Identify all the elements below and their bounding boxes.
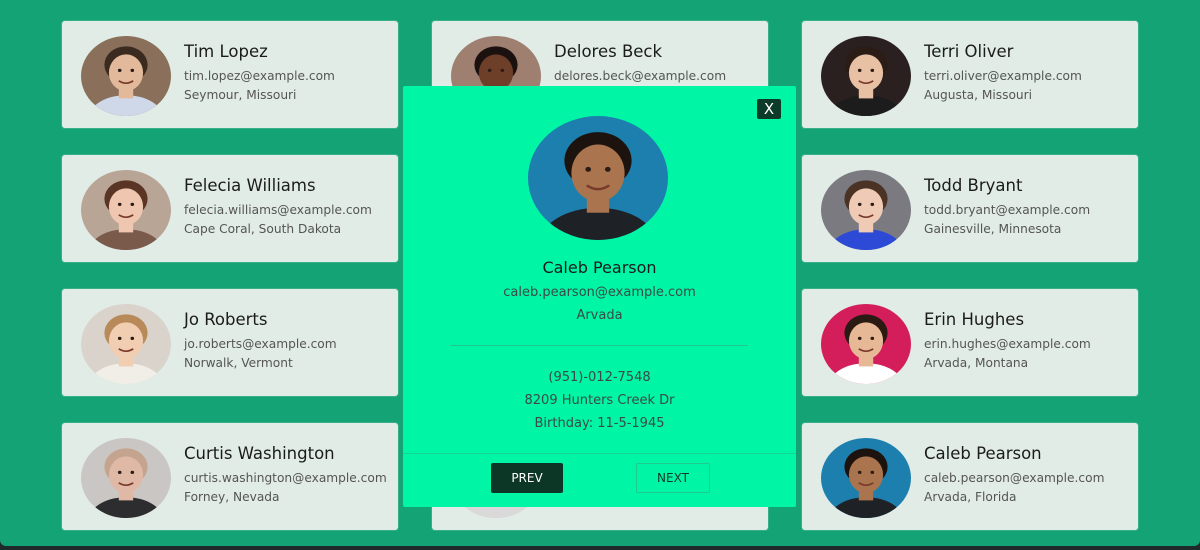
employee-card[interactable]: Erin Hughes erin.hughes@example.com Arvada…: [802, 289, 1138, 396]
avatar: [81, 304, 171, 384]
employee-location: Norwalk, Vermont: [184, 356, 293, 370]
employee-name: Erin Hughes: [924, 310, 1025, 329]
avatar: [821, 170, 911, 250]
modal-address: 8209 Hunters Creek Dr: [524, 393, 675, 408]
employee-email: erin.hughes@example.com: [924, 337, 1091, 351]
employee-email: felecia.williams@example.com: [184, 203, 372, 217]
modal-avatar: [528, 116, 668, 240]
employee-email: todd.bryant@example.com: [924, 203, 1091, 217]
employee-location: Arvada, Montana: [924, 356, 1029, 370]
employee-name: Jo Roberts: [184, 310, 268, 329]
employee-card[interactable]: Curtis Washington curtis.washington@examp…: [62, 423, 398, 530]
avatar: [81, 36, 171, 116]
avatar: [821, 438, 911, 518]
employee-card[interactable]: Felecia Williams felecia.williams@example…: [62, 155, 398, 262]
modal-birthday: Birthday: 11-5-1945: [534, 416, 665, 431]
employee-email: caleb.pearson@example.com: [924, 471, 1105, 485]
employee-location: Forney, Nevada: [184, 490, 280, 504]
employee-card[interactable]: Caleb Pearson caleb.pearson@example.com Ar…: [802, 423, 1138, 530]
employee-name: Terri Oliver: [924, 42, 1014, 61]
modal-name: Caleb Pearson: [542, 258, 657, 277]
close-icon[interactable]: X: [757, 99, 781, 119]
employee-name: Felecia Williams: [184, 176, 316, 195]
employee-card[interactable]: Terri Oliver terri.oliver@example.com Augu…: [802, 21, 1138, 128]
employee-card[interactable]: Jo Roberts jo.roberts@example.com Norwalk,…: [62, 289, 398, 396]
employee-email: delores.beck@example.com: [554, 69, 727, 83]
next-button[interactable]: NEXT: [636, 463, 710, 493]
avatar: [821, 304, 911, 384]
employee-email: tim.lopez@example.com: [184, 69, 335, 83]
employee-name: Curtis Washington: [184, 444, 335, 463]
employee-location: Augusta, Missouri: [924, 88, 1033, 102]
avatar: [81, 438, 171, 518]
employee-name: Caleb Pearson: [924, 444, 1042, 463]
employee-location: Gainesville, Minnesota: [924, 222, 1062, 236]
employee-card[interactable]: Tim Lopez tim.lopez@example.com Seymour, M…: [62, 21, 398, 128]
modal-divider: [450, 345, 748, 346]
employee-location: Cape Coral, South Dakota: [184, 222, 342, 236]
prev-button[interactable]: PREV: [491, 463, 563, 493]
employee-location: Arvada, Florida: [924, 490, 1017, 504]
modal-email: caleb.pearson@example.com: [503, 285, 696, 300]
employee-card[interactable]: Todd Bryant todd.bryant@example.com Gaines…: [802, 155, 1138, 262]
employee-name: Tim Lopez: [184, 42, 268, 61]
modal-city: Arvada: [576, 308, 623, 323]
employee-name: Todd Bryant: [924, 176, 1023, 195]
employee-email: terri.oliver@example.com: [924, 69, 1082, 83]
employee-email: jo.roberts@example.com: [184, 337, 337, 351]
employee-email: curtis.washington@example.com: [184, 471, 387, 485]
avatar: [81, 170, 171, 250]
avatar: [821, 36, 911, 116]
modal-footer-divider: [403, 453, 796, 454]
employee-name: Delores Beck: [554, 42, 663, 61]
employee-location: Seymour, Missouri: [184, 88, 297, 102]
modal-phone: (951)-012-7548: [548, 370, 651, 385]
